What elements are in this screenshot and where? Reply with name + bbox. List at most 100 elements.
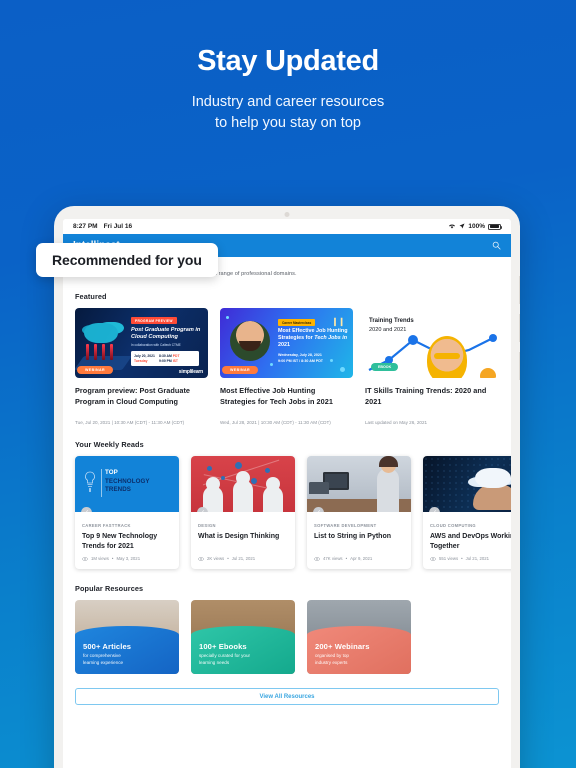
status-bar: 8:27 PM Fri Jul 16 100% — [63, 219, 511, 234]
speaker-portrait — [230, 321, 270, 361]
featured-card[interactable]: Training Trends 2020 and 2021 EBOOK IT S… — [365, 308, 498, 425]
read-date: Jul 21, 2021 — [231, 556, 256, 562]
read-views: 1M views — [91, 556, 109, 562]
resource-heading: 500+ Articles — [83, 641, 132, 651]
simplilearn-logo: simplilearn — [178, 369, 203, 375]
search-icon[interactable] — [492, 237, 501, 255]
volume-down-button[interactable] — [519, 352, 520, 380]
cloud-graphic-icon — [84, 323, 118, 343]
featured-card-title[interactable]: Program preview: Post Graduate Program i… — [75, 386, 208, 407]
thumb-time-1: 8:30 AM — [158, 353, 172, 358]
tablet-device: 8:27 PM Fri Jul 16 100% Intellipaat — [54, 206, 520, 768]
featured-thumbnail-cloud-computing[interactable]: PROGRAM PREVIEW Post Graduate Program in… — [75, 308, 208, 378]
featured-card-title[interactable]: Most Effective Job Hunting Strategies fo… — [220, 386, 353, 407]
read-title[interactable]: Top 9 New Technology Trends for 2021 — [82, 532, 172, 552]
featured-thumbnail-it-skills[interactable]: Training Trends 2020 and 2021 EBOOK — [365, 308, 498, 378]
read-separator: • — [227, 556, 229, 562]
webinar-pill: WEBINAR — [77, 366, 113, 374]
lightbulb-icon — [85, 471, 95, 493]
featured-thumbnail-job-hunting[interactable]: ❙❙ Career Masterclass Most Effective Job… — [220, 308, 353, 378]
read-separator: • — [461, 556, 463, 562]
node-dot — [221, 476, 225, 481]
ebook-badge: EBOOK — [371, 363, 399, 371]
person-silhouette — [263, 477, 283, 513]
thumb-time: 9:00 PM IST / 8:30 AM PDT — [278, 359, 323, 363]
featured-card-meta: Last updated on May 26, 2021 — [365, 420, 428, 426]
featured-card[interactable]: ❙❙ Career Masterclass Most Effective Job… — [220, 308, 353, 425]
camera-icon — [284, 212, 290, 217]
check-circle-icon: ✓ — [313, 507, 324, 513]
read-date: Jul 21, 2021 — [465, 556, 490, 562]
view-all-resources-button[interactable]: View All Resources — [75, 688, 499, 706]
tablet-screen: 8:27 PM Fri Jul 16 100% Intellipaat — [63, 219, 511, 768]
read-title[interactable]: What is Design Thinking — [198, 532, 288, 542]
thumb-day: Tuesday — [134, 358, 148, 363]
eye-icon — [430, 556, 436, 561]
resource-subtext: organised by top industry experts — [315, 652, 349, 665]
quote-mark-icon: ❙❙ — [331, 317, 345, 326]
weekly-read-card[interactable]: ✓ DESIGN What is Design Thinking 2K view… — [191, 456, 295, 570]
read-date: Apr 9, 2021 — [350, 556, 373, 562]
person-portrait — [427, 336, 467, 378]
featured-card-meta: Tue, Jul 20, 2021 | 10:30 AM (CDT) - 11:… — [75, 420, 185, 426]
featured-card-title[interactable]: IT Skills Training Trends: 2020 and 2021 — [365, 386, 498, 407]
page-title: Stay Updated — [197, 45, 379, 77]
eye-icon — [82, 556, 88, 561]
check-circle-icon: ✓ — [81, 507, 92, 513]
node-dot — [251, 478, 257, 485]
read-separator: • — [345, 556, 348, 562]
popular-resource-card-ebooks[interactable]: 100+ Ebooks specially curated for your l… — [191, 600, 295, 675]
popular-resource-card-webinars[interactable]: 200+ Webinars organised by top industry … — [307, 600, 411, 675]
eye-icon — [198, 556, 204, 561]
read-title[interactable]: AWS and DevOps Working Together — [430, 532, 511, 552]
read-category: CAREER FASTTRACK — [82, 523, 131, 529]
read-footer: 47K views • Apr 9, 2021 — [314, 556, 372, 561]
read-thumbnail-top-tech-trends: TOP TECHNOLOGY TRENDS ✓ — [75, 456, 179, 513]
read-date: May 3, 2021 — [116, 556, 141, 562]
read-thumbnail-design-thinking: ✓ — [191, 456, 295, 513]
decorative-dot — [340, 367, 345, 372]
read-footer: 1M views • May 3, 2021 — [82, 556, 140, 561]
weekly-read-card[interactable]: ✓ CLOUD COMPUTING AWS and DevOps Working… — [423, 456, 511, 570]
status-date: Fri Jul 16 — [103, 223, 133, 230]
read-views: 2K views — [207, 556, 225, 562]
node-dot — [235, 462, 242, 470]
popular-resources-row: 500+ Articles for comprehensive learning… — [75, 600, 499, 675]
cloud-icon — [475, 468, 511, 489]
person-silhouette — [233, 471, 253, 513]
power-button[interactable] — [519, 276, 520, 304]
wifi-icon — [448, 223, 456, 231]
thumb-tz-2: IST — [172, 358, 178, 363]
thumb-title: Post Graduate Program in Cloud Computing — [131, 327, 201, 340]
popular-resource-card-articles[interactable]: 500+ Articles for comprehensive learning… — [75, 600, 179, 675]
app-content[interactable]: Explore insights, tips, and articles wri… — [63, 257, 511, 768]
read-separator: • — [111, 556, 114, 562]
weekly-reads-row: TOP TECHNOLOGY TRENDS ✓ CAREER FASTTRACK… — [75, 456, 511, 570]
thumb-title: Most Effective Job Hunting Strategies fo… — [278, 328, 348, 349]
read-title[interactable]: List to String in Python — [314, 532, 404, 542]
thumb-tz-1: PDT — [172, 353, 180, 358]
weekly-read-card[interactable]: TOP TECHNOLOGY TRENDS ✓ CAREER FASTTRACK… — [75, 456, 179, 570]
person-silhouette — [377, 456, 399, 513]
battery-icon — [488, 223, 502, 230]
thumb-date: July 20, 2021 — [134, 353, 155, 358]
read-footer: 551 views • Jul 21, 2021 — [430, 556, 489, 561]
resource-subtext: for comprehensive learning experience — [83, 652, 124, 665]
volume-up-button[interactable] — [519, 314, 520, 342]
promo-subtitle: Industry and career resources to help yo… — [0, 92, 576, 134]
featured-section-title: Featured — [75, 292, 107, 301]
battery-percent-label: 100% — [468, 223, 485, 230]
node-dot — [265, 468, 270, 474]
popular-resources-section-title: Popular Resources — [75, 584, 144, 594]
recommended-for-you-callout: Recommended for you — [36, 243, 218, 277]
location-arrow-icon — [459, 223, 465, 231]
read-thumbnail-aws-devops: ✓ — [423, 456, 511, 513]
decorative-dot — [330, 359, 333, 362]
featured-card[interactable]: PROGRAM PREVIEW Post Graduate Program in… — [75, 308, 208, 425]
promo-header: Stay Updated Industry and career resourc… — [0, 0, 576, 134]
read-views: 551 views — [439, 556, 459, 562]
read-views: 47K views — [323, 556, 343, 562]
thumb-date: Wednesday, July 28, 2021 — [278, 353, 322, 357]
weekly-read-card[interactable]: ✓ SOFTWARE DEVELOPMENT List to String in… — [307, 456, 411, 570]
check-circle-icon: ✓ — [429, 507, 440, 513]
